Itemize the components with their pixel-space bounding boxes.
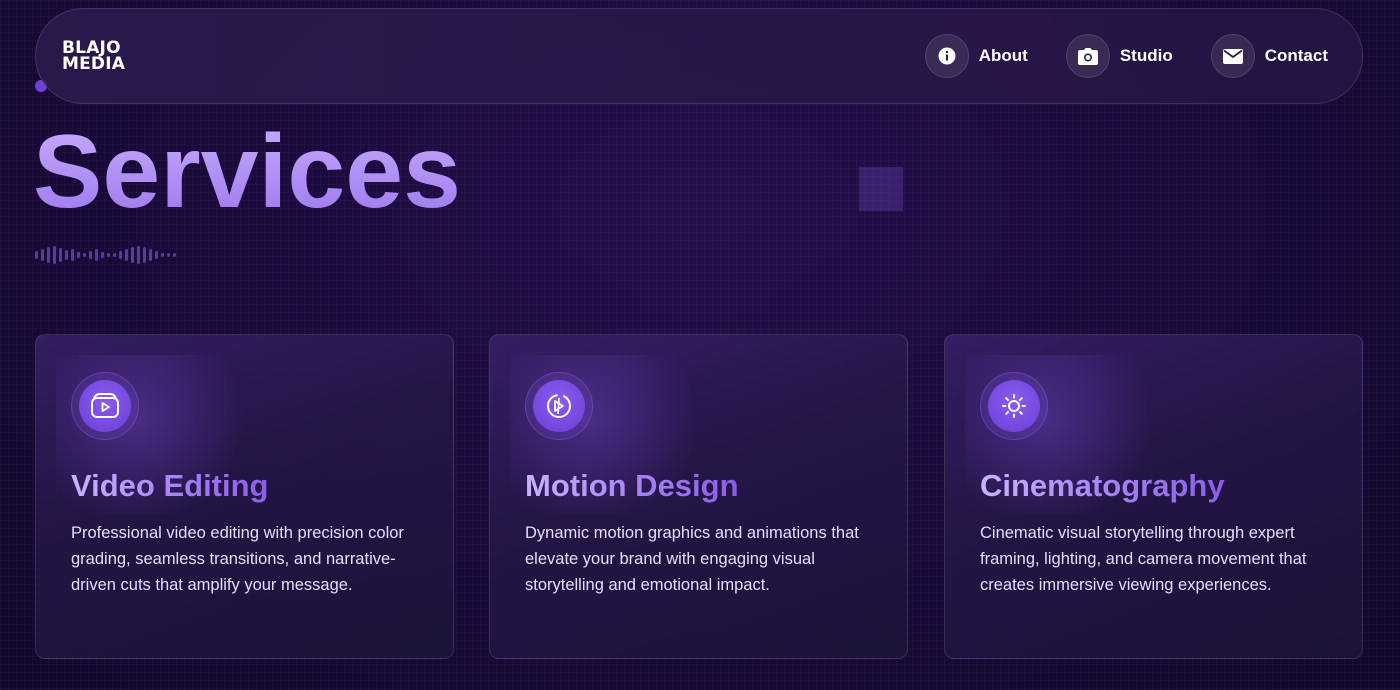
logo-line-2: MEDIA [62, 54, 126, 74]
motion-design-icon [533, 380, 585, 432]
card-title: Motion Design [525, 468, 739, 503]
nav-about[interactable]: About [924, 34, 1028, 78]
navbar: BLAJO MEDIA About Studio Contact [35, 8, 1363, 104]
card-icon-ring [980, 372, 1048, 440]
logo[interactable]: BLAJO MEDIA [62, 40, 126, 74]
nav-studio-label: Studio [1119, 46, 1173, 65]
service-card-cinematography[interactable]: Cinematography Cinematic visual storytel… [944, 334, 1363, 659]
card-title: Video Editing [71, 468, 269, 503]
nav-links: About Studio Contact [924, 34, 1328, 78]
video-editing-icon [79, 380, 131, 432]
card-description: Professional video editing with precisio… [71, 524, 404, 594]
card-icon-ring [71, 372, 139, 440]
info-icon[interactable] [924, 34, 969, 78]
card-title: Cinematography [980, 468, 1225, 503]
decorative-square [859, 167, 903, 211]
page-title: Services [33, 114, 461, 230]
card-description: Cinematic visual storytelling through ex… [980, 524, 1307, 594]
nav-contact-label: Contact [1264, 46, 1328, 65]
card-description: Dynamic motion graphics and animations t… [525, 524, 859, 594]
service-card-motion-design[interactable]: Motion Design Dynamic motion graphics an… [489, 334, 908, 659]
card-icon-ring [525, 372, 593, 440]
nav-about-label: About [978, 46, 1028, 65]
sun-icon [988, 380, 1040, 432]
service-card-video-editing[interactable]: Video Editing Professional video editing… [35, 334, 454, 659]
mail-icon[interactable] [1210, 34, 1255, 78]
nav-contact[interactable]: Contact [1210, 34, 1328, 78]
audio-wave-decoration [35, 244, 176, 266]
camera-icon[interactable] [1065, 34, 1110, 78]
nav-studio[interactable]: Studio [1065, 34, 1173, 78]
